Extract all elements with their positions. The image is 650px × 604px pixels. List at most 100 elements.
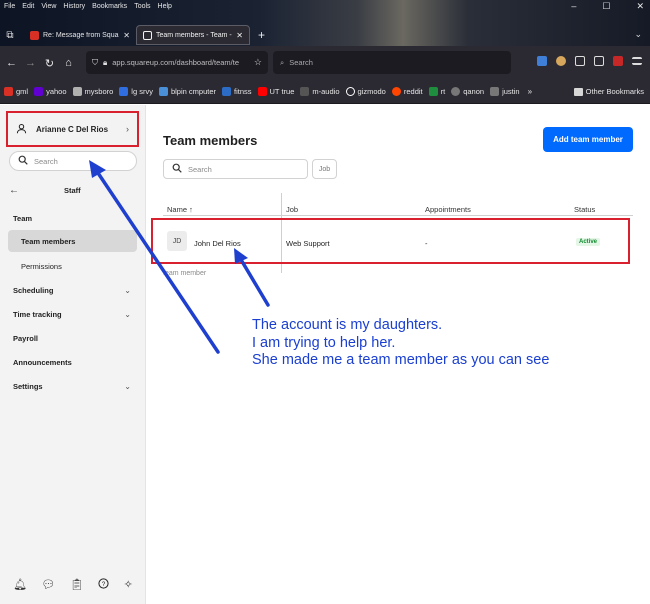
sidebar-item-scheduling[interactable]: Scheduling ⌄ [8, 279, 137, 301]
bookmark-justin[interactable]: justin [490, 87, 520, 96]
back-arrow-icon[interactable]: ← [9, 185, 19, 196]
bookmark-mysboro[interactable]: mysboro [72, 87, 113, 96]
bookmark-label: yahoo [46, 87, 67, 96]
bookmark-label: blpin cmputer [170, 87, 216, 96]
bookmark-gml[interactable]: gml [4, 87, 28, 96]
chevron-down-icon: ⌄ [124, 381, 131, 391]
reload-icon[interactable]: ↻ [40, 57, 59, 70]
bookmark-label: fitnss [234, 87, 252, 96]
bookmark-lg-srvy[interactable]: lg srvy [119, 87, 153, 96]
close-tab-icon[interactable]: ✕ [123, 31, 130, 40]
sidebar-item-permissions[interactable]: Permissions [8, 255, 137, 277]
more-bookmarks-icon[interactable]: » [528, 87, 532, 96]
menu-tools[interactable]: Tools [134, 3, 150, 10]
youtube-icon [257, 87, 267, 96]
audio-icon [300, 87, 310, 96]
account-switcher[interactable]: Arianne C Del Rios › [6, 111, 139, 147]
bookmark-label: lg srvy [131, 87, 153, 96]
add-team-member-button[interactable]: Add team member [543, 127, 633, 152]
tab-gmail[interactable]: Re: Message from Square Suppo ✕ [24, 25, 136, 45]
close-window-button[interactable]: ✕ [636, 1, 644, 12]
hamburger-menu-icon[interactable] [632, 57, 642, 65]
sidebar-item-label: Team members [21, 236, 76, 246]
page-icon [490, 87, 500, 96]
bookmark-fitnss[interactable]: fitnss [222, 87, 252, 96]
minimize-button[interactable]: – [571, 1, 576, 11]
puzzle-icon[interactable] [575, 56, 585, 66]
annotation-line: The account is my daughters. [252, 317, 443, 333]
new-tab-button[interactable]: + [258, 28, 265, 42]
other-bookmarks[interactable]: Other Bookmarks [573, 87, 644, 96]
menu-history[interactable]: History [63, 3, 85, 10]
sparkle-icon[interactable]: ✧ [124, 578, 133, 592]
search-icon: ⌕ [280, 57, 285, 67]
bookmark-star-icon[interactable]: ☆ [254, 57, 262, 68]
sidebar-search-input[interactable]: Search [9, 151, 137, 171]
column-header-job[interactable]: Job [286, 205, 298, 214]
column-header-name[interactable]: Name ↑ [167, 205, 193, 214]
page-title: Team members [163, 133, 258, 148]
search-placeholder: Search [289, 58, 313, 67]
menu-file[interactable]: File [4, 3, 15, 10]
clipboard-icon[interactable]: 📋︎ [70, 578, 84, 592]
extension-icon[interactable] [537, 56, 547, 66]
bookmark-m-audio[interactable]: m-audio [300, 87, 340, 96]
sidebar-item-settings[interactable]: Settings ⌄ [8, 375, 137, 397]
menu-bookmarks[interactable]: Bookmarks [92, 3, 127, 10]
url-text[interactable]: app.squareup.com/dashboard/team/te [112, 58, 239, 67]
address-bar[interactable]: ⛉ 🔒︎ app.squareup.com/dashboard/team/te … [86, 51, 268, 74]
bookmark-label: reddit [403, 87, 423, 96]
tab-strip: ⧉ Re: Message from Square Suppo ✕ Team m… [0, 24, 265, 46]
menu-view[interactable]: View [41, 3, 56, 10]
bookmark-yahoo[interactable]: yahoo [34, 87, 67, 96]
lock-icon[interactable]: 🔒︎ [103, 58, 107, 68]
bookmark-reddit[interactable]: reddit [391, 87, 423, 96]
menu-help[interactable]: Help [158, 3, 172, 10]
sidebar-footer: 🔔︎ 💬︎ 📋︎ ? ✧ [0, 578, 146, 592]
forward-arrow-icon[interactable]: → [21, 57, 40, 69]
sidebar-item-team[interactable]: Team [8, 207, 137, 229]
column-header-status[interactable]: Status [574, 205, 595, 214]
chevron-down-icon[interactable]: ⌄ [634, 29, 642, 40]
sidebar-item-payroll[interactable]: Payroll [8, 327, 137, 349]
other-bookmarks-label: Other Bookmarks [585, 87, 644, 96]
account-name: Arianne C Del Rios [36, 124, 109, 134]
row-hint-text: team member [163, 270, 207, 277]
sidebar-item-announcements[interactable]: Announcements [8, 351, 137, 373]
cookie-icon[interactable] [556, 56, 566, 66]
column-header-appointments[interactable]: Appointments [425, 205, 471, 214]
annotation-text: The account is my daughters. I am trying… [252, 317, 612, 370]
menu-edit[interactable]: Edit [22, 3, 34, 10]
sidebar-item-time-tracking[interactable]: Time tracking ⌄ [8, 303, 137, 325]
maximize-button[interactable]: ☐ [602, 1, 610, 12]
bookmark-label: UT true [269, 87, 295, 96]
bell-icon[interactable]: 🔔︎ [13, 578, 27, 592]
sidebar-item-label: Settings [13, 381, 43, 391]
sidebar-item-team-members[interactable]: Team members [8, 230, 137, 252]
shield-icon[interactable]: ⛉ [92, 58, 98, 68]
tab-title: Re: Message from Square Suppo [43, 31, 119, 39]
download-icon[interactable] [594, 56, 604, 66]
bookmark-label: m-audio [312, 87, 340, 96]
help-icon[interactable]: ? [98, 578, 109, 592]
team-search-input[interactable]: Search [163, 159, 308, 179]
home-icon[interactable]: ⌂ [59, 57, 78, 69]
tab-team-members[interactable]: Team members - Team - Staff | Sq ✕ [136, 25, 250, 45]
close-tab-icon[interactable]: ✕ [236, 31, 243, 40]
bookmark-qanon[interactable]: qanon [451, 87, 484, 96]
back-arrow-icon[interactable]: ← [2, 57, 21, 69]
bookmark-gizmodo[interactable]: gizmodo [345, 87, 386, 96]
bookmark-ut-true[interactable]: UT true [257, 87, 295, 96]
chevron-down-icon: ⌄ [124, 285, 131, 295]
job-filter-button[interactable]: Job [312, 159, 337, 179]
bookmark-blpin-cmputer[interactable]: blpin cmputer [158, 87, 216, 96]
bookmark-rt[interactable]: rt [428, 87, 445, 96]
addon-icon[interactable] [613, 56, 623, 66]
browser-search-input[interactable]: ⌕ Search [273, 51, 511, 74]
bookmark-label: justin [502, 87, 520, 96]
svg-text:?: ? [102, 581, 106, 588]
gmail-icon [30, 30, 39, 40]
chat-icon[interactable]: 💬︎ [42, 578, 56, 592]
tab-list-icon[interactable]: ⧉ [0, 30, 20, 41]
sidebar-item-label: Payroll [13, 333, 39, 343]
